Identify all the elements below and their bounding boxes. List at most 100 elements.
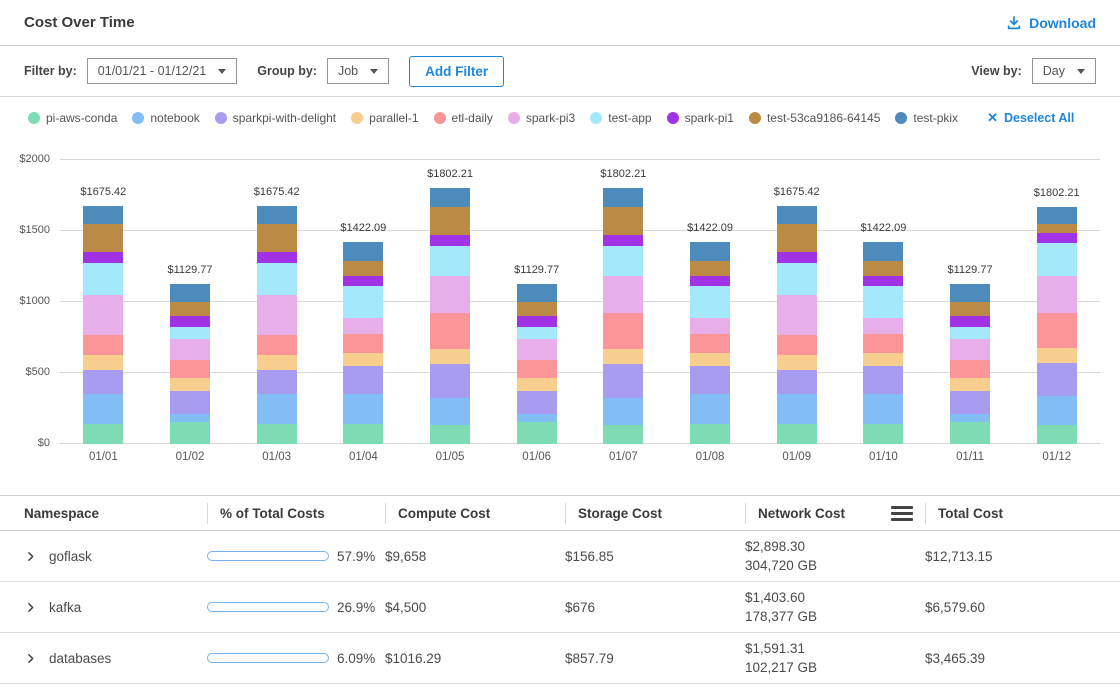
bar-segment-notebook[interactable] <box>517 414 557 422</box>
legend-item[interactable]: notebook <box>132 111 199 125</box>
bar-segment-test-app[interactable] <box>430 246 470 276</box>
bar-segment-test-pkix[interactable] <box>863 242 903 261</box>
bar-segment-test-pkix[interactable] <box>690 242 730 261</box>
bar-segment-sparkpi-with-delight[interactable] <box>690 366 730 394</box>
legend-item[interactable]: sparkpi-with-delight <box>215 111 336 125</box>
bar-segment-test-app[interactable] <box>343 286 383 318</box>
bar-segment-pi-aws-conda[interactable] <box>950 422 990 444</box>
bar-segment-spark-pi3[interactable] <box>517 339 557 360</box>
bar-segment-test-pkix[interactable] <box>257 206 297 224</box>
stacked-bar[interactable] <box>170 284 210 444</box>
bar-segment-test-53ca9186-64145[interactable] <box>257 224 297 253</box>
download-button[interactable]: Download <box>1006 15 1096 31</box>
bar-segment-test-53ca9186-64145[interactable] <box>343 261 383 276</box>
bar-segment-test-app[interactable] <box>690 286 730 318</box>
bar-segment-parallel-1[interactable] <box>1037 348 1077 362</box>
bar-segment-sparkpi-with-delight[interactable] <box>257 370 297 394</box>
bar-segment-test-pkix[interactable] <box>517 284 557 303</box>
stacked-bar[interactable] <box>690 242 730 444</box>
bar-segment-test-app[interactable] <box>603 246 643 276</box>
bar-segment-test-app[interactable] <box>863 286 903 318</box>
legend-item[interactable]: test-pkix <box>895 111 958 125</box>
bar-segment-spark-pi1[interactable] <box>430 235 470 246</box>
stacked-bar[interactable] <box>83 206 123 444</box>
bar-segment-parallel-1[interactable] <box>690 353 730 366</box>
stacked-bar[interactable] <box>950 284 990 444</box>
bar-segment-notebook[interactable] <box>170 414 210 422</box>
bar-segment-test-53ca9186-64145[interactable] <box>690 261 730 276</box>
bar-segment-spark-pi1[interactable] <box>777 252 817 263</box>
legend-item[interactable]: pi-aws-conda <box>28 111 117 125</box>
bar-segment-pi-aws-conda[interactable] <box>603 425 643 444</box>
bar-segment-parallel-1[interactable] <box>170 378 210 391</box>
bar-segment-etl-daily[interactable] <box>257 335 297 355</box>
deselect-all-button[interactable]: ✕ Deselect All <box>987 110 1074 126</box>
bar-segment-test-pkix[interactable] <box>170 284 210 303</box>
bar-segment-test-53ca9186-64145[interactable] <box>170 302 210 316</box>
bar-segment-test-app[interactable] <box>1037 243 1077 276</box>
bar-segment-test-53ca9186-64145[interactable] <box>603 207 643 235</box>
bar-segment-spark-pi3[interactable] <box>950 339 990 360</box>
stacked-bar[interactable] <box>257 206 297 444</box>
bar-segment-test-pkix[interactable] <box>343 242 383 261</box>
bar-segment-sparkpi-with-delight[interactable] <box>343 366 383 394</box>
bar-segment-spark-pi1[interactable] <box>603 235 643 246</box>
add-filter-button[interactable]: Add Filter <box>409 56 504 87</box>
bar-segment-pi-aws-conda[interactable] <box>1037 425 1077 444</box>
bar-segment-sparkpi-with-delight[interactable] <box>777 370 817 394</box>
date-range-select[interactable]: 01/01/21 - 01/12/21 <box>87 58 237 84</box>
bar-segment-test-pkix[interactable] <box>430 188 470 207</box>
bar-segment-sparkpi-with-delight[interactable] <box>83 370 123 394</box>
stacked-bar[interactable] <box>863 242 903 444</box>
stacked-bar[interactable] <box>603 188 643 444</box>
bar-segment-etl-daily[interactable] <box>430 313 470 350</box>
bar-segment-etl-daily[interactable] <box>343 334 383 353</box>
bar-segment-pi-aws-conda[interactable] <box>777 424 817 444</box>
bar-segment-spark-pi3[interactable] <box>863 318 903 334</box>
bar-segment-sparkpi-with-delight[interactable] <box>170 391 210 414</box>
bar-segment-pi-aws-conda[interactable] <box>83 424 123 444</box>
bar-segment-etl-daily[interactable] <box>170 360 210 379</box>
bar-segment-etl-daily[interactable] <box>517 360 557 379</box>
bar-segment-notebook[interactable] <box>343 394 383 424</box>
bar-segment-etl-daily[interactable] <box>603 313 643 350</box>
bar-segment-etl-daily[interactable] <box>950 360 990 379</box>
stacked-bar[interactable] <box>343 242 383 444</box>
bar-segment-etl-daily[interactable] <box>777 335 817 355</box>
bar-segment-notebook[interactable] <box>257 394 297 424</box>
bar-segment-test-app[interactable] <box>83 263 123 295</box>
bar-segment-notebook[interactable] <box>1037 396 1077 425</box>
bar-segment-test-pkix[interactable] <box>83 206 123 224</box>
bar-segment-sparkpi-with-delight[interactable] <box>430 364 470 397</box>
bar-segment-test-app[interactable] <box>950 327 990 339</box>
bar-segment-parallel-1[interactable] <box>257 355 297 370</box>
stacked-bar[interactable] <box>517 284 557 444</box>
bar-segment-etl-daily[interactable] <box>690 334 730 353</box>
bar-segment-test-53ca9186-64145[interactable] <box>1037 224 1077 232</box>
legend-item[interactable]: test-53ca9186-64145 <box>749 111 880 125</box>
bar-segment-notebook[interactable] <box>603 398 643 426</box>
bar-segment-sparkpi-with-delight[interactable] <box>517 391 557 414</box>
bar-segment-spark-pi3[interactable] <box>1037 276 1077 313</box>
bar-segment-notebook[interactable] <box>690 394 730 424</box>
bar-segment-spark-pi1[interactable] <box>257 252 297 263</box>
bar-segment-test-pkix[interactable] <box>777 206 817 224</box>
bar-segment-spark-pi1[interactable] <box>690 276 730 286</box>
bar-segment-pi-aws-conda[interactable] <box>517 422 557 444</box>
row-expand-chevron-icon[interactable] <box>24 601 37 614</box>
bar-segment-notebook[interactable] <box>430 398 470 426</box>
column-menu-icon[interactable] <box>891 504 913 523</box>
bar-segment-pi-aws-conda[interactable] <box>863 424 903 444</box>
bar-segment-spark-pi3[interactable] <box>777 295 817 335</box>
bar-segment-test-app[interactable] <box>257 263 297 295</box>
bar-segment-parallel-1[interactable] <box>863 353 903 366</box>
bar-segment-spark-pi1[interactable] <box>1037 233 1077 244</box>
bar-segment-test-53ca9186-64145[interactable] <box>863 261 903 276</box>
bar-segment-test-app[interactable] <box>170 327 210 339</box>
bar-segment-sparkpi-with-delight[interactable] <box>950 391 990 414</box>
legend-item[interactable]: spark-pi3 <box>508 111 575 125</box>
bar-segment-pi-aws-conda[interactable] <box>170 422 210 444</box>
bar-segment-test-53ca9186-64145[interactable] <box>83 224 123 253</box>
group-by-select[interactable]: Job <box>327 58 389 84</box>
bar-segment-notebook[interactable] <box>777 394 817 424</box>
